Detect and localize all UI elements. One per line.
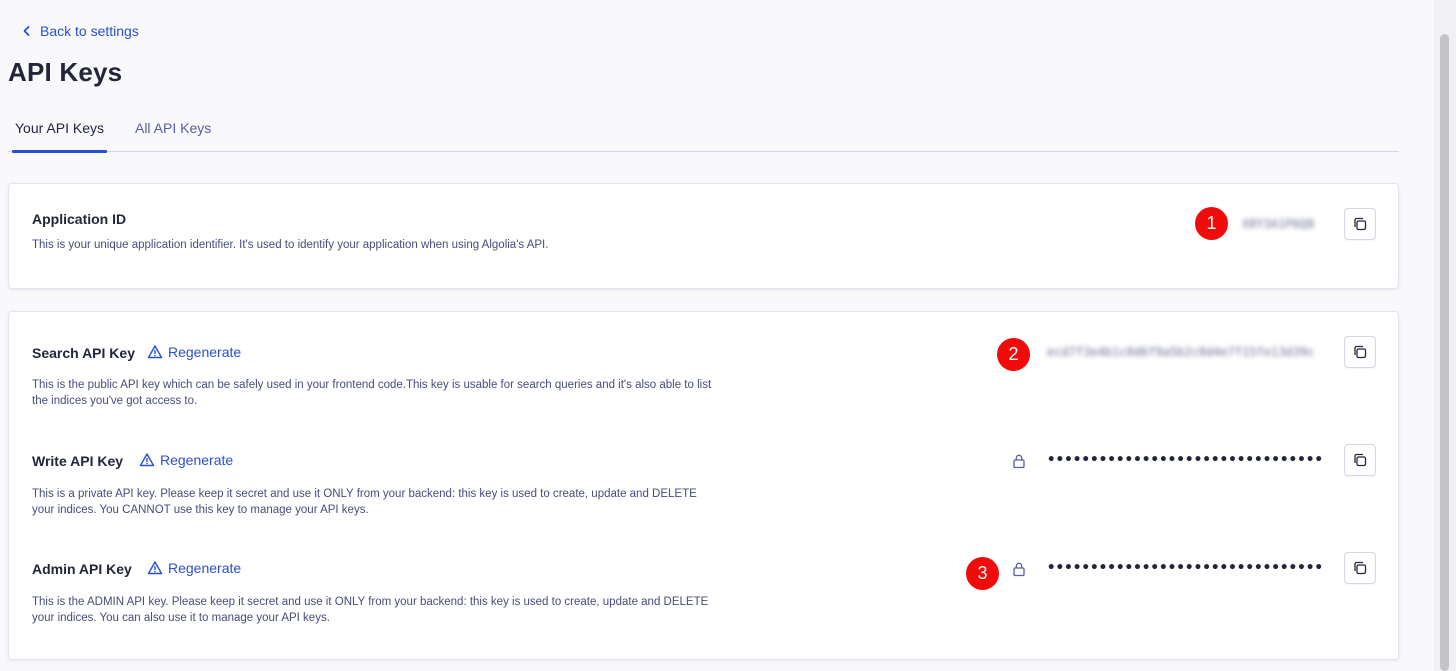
- copy-application-id-button[interactable]: [1344, 208, 1376, 240]
- copy-admin-key-button[interactable]: [1344, 552, 1376, 584]
- annotation-badge-1: 1: [1195, 207, 1228, 240]
- tab-all-api-keys[interactable]: All API Keys: [131, 110, 215, 152]
- application-id-card: Application ID This is your unique appli…: [8, 183, 1399, 289]
- regenerate-label: Regenerate: [168, 344, 242, 360]
- regenerate-label: Regenerate: [160, 452, 234, 468]
- write-api-key-masked: ••••••••••••••••••••••••••••••••: [1047, 452, 1324, 468]
- application-id-title: Application ID: [32, 211, 127, 227]
- copy-write-key-button[interactable]: [1344, 444, 1376, 476]
- regenerate-write-key-button[interactable]: Regenerate: [139, 452, 233, 468]
- admin-api-key-description: This is the ADMIN API key. Please keep i…: [32, 596, 709, 624]
- copy-icon: [1354, 217, 1367, 231]
- search-api-key-title: Search API Key: [32, 345, 135, 361]
- copy-search-key-button[interactable]: [1344, 336, 1376, 368]
- copy-icon: [1354, 561, 1367, 575]
- write-api-key-title: Write API Key: [32, 453, 124, 469]
- search-api-key-description: This is the public API key which can be …: [32, 379, 712, 407]
- write-api-key-description: This is a private API key. Please keep i…: [32, 488, 697, 516]
- warning-triangle-icon: [147, 345, 163, 359]
- tab-your-api-keys[interactable]: Your API Keys: [12, 110, 107, 153]
- regenerate-search-key-button[interactable]: Regenerate: [147, 344, 241, 360]
- back-to-settings-link[interactable]: Back to settings: [22, 23, 139, 39]
- tab-bar: Your API Keys All API Keys: [8, 110, 1399, 153]
- regenerate-admin-key-button[interactable]: Regenerate: [147, 560, 241, 576]
- back-link-label: Back to settings: [40, 23, 139, 39]
- annotation-badge-2: 2: [997, 338, 1030, 371]
- admin-api-key-masked: ••••••••••••••••••••••••••••••••: [1047, 560, 1324, 576]
- lock-icon: [1013, 562, 1025, 577]
- application-id-value: X8Y3A1P6Q8: [1242, 217, 1315, 231]
- chevron-left-icon: [23, 26, 30, 36]
- page-title: API Keys: [8, 57, 123, 87]
- copy-icon: [1354, 453, 1367, 467]
- scrollbar-thumb[interactable]: [1440, 34, 1449, 671]
- regenerate-label: Regenerate: [168, 560, 242, 576]
- admin-api-key-title: Admin API Key: [32, 561, 132, 577]
- api-keys-card: Search API Key Regenerate This is the pu…: [8, 311, 1399, 660]
- annotation-badge-3: 3: [966, 557, 999, 590]
- lock-icon: [1013, 454, 1025, 469]
- search-api-key-value: ecd7f3e4b1c0d6f9a5b2c8d4e7f15fe13d39c: [1047, 345, 1315, 359]
- copy-icon: [1354, 345, 1367, 359]
- warning-triangle-icon: [147, 561, 163, 575]
- warning-triangle-icon: [139, 453, 155, 467]
- page-scrollbar[interactable]: [1434, 0, 1456, 671]
- application-id-description: This is your unique application identifi…: [32, 239, 549, 251]
